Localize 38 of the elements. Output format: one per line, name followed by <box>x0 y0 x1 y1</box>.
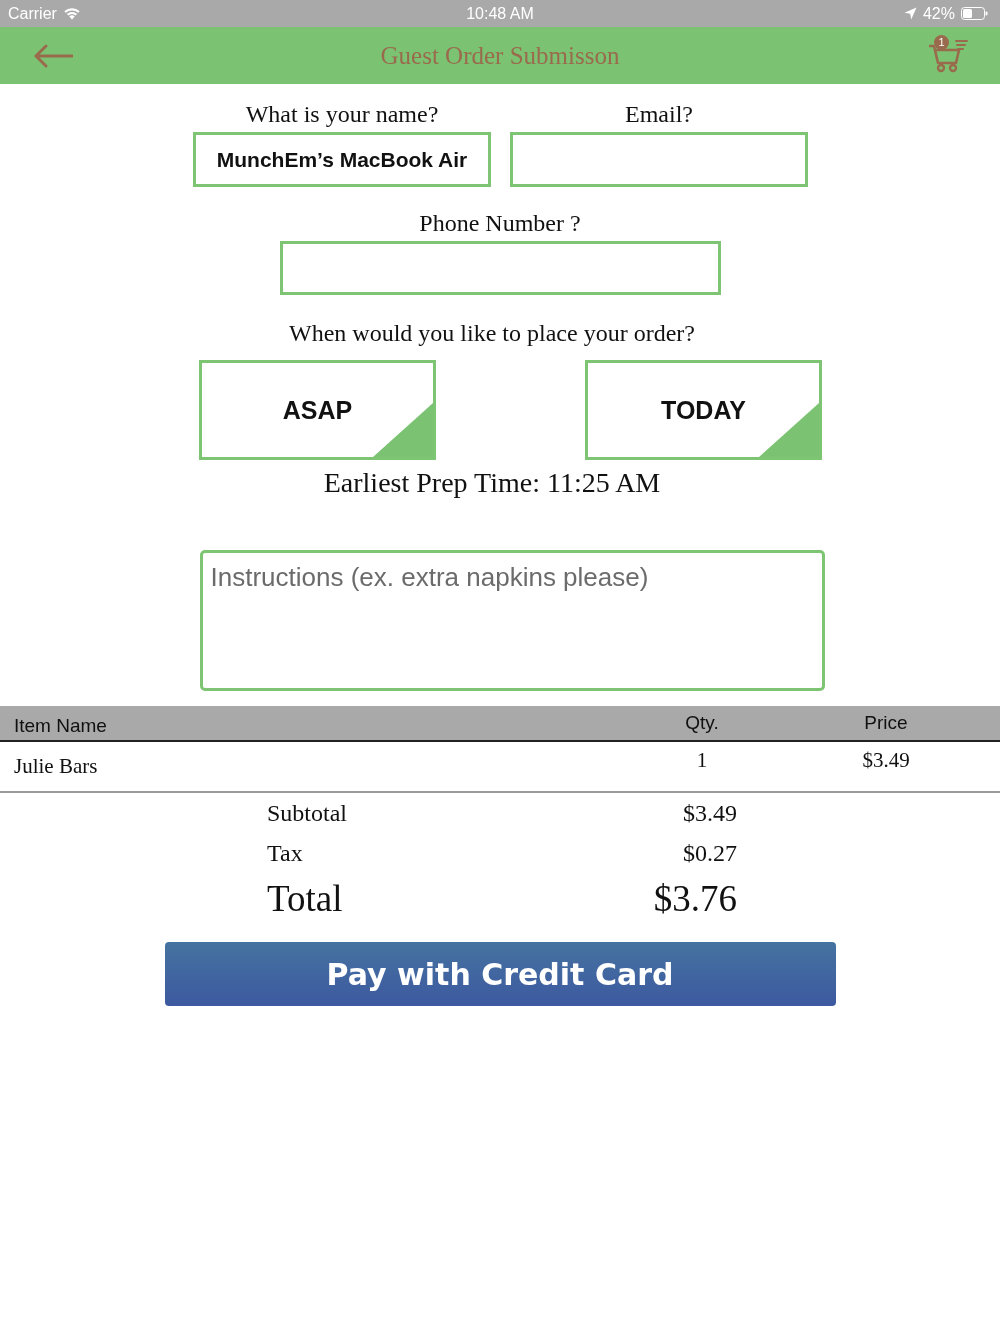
order-time-option[interactable]: ASAP <box>199 360 436 460</box>
carrier-label: Carrier <box>8 4 57 23</box>
order-time-question: When would you like to place your order? <box>289 319 696 348</box>
cart-button[interactable]: 1 <box>928 38 968 73</box>
corner-triangle-icon <box>759 403 819 457</box>
prep-time-text: Earliest Prep Time: 11:25 AM <box>323 466 662 500</box>
order-time-option[interactable]: TODAY <box>585 360 822 460</box>
total-label: Total <box>267 876 344 920</box>
column-header: Price <box>863 712 909 735</box>
column-header: Item Name <box>14 715 108 738</box>
input-field[interactable]: MunchEm’s MacBook Air <box>193 132 491 187</box>
back-button[interactable] <box>33 43 73 68</box>
status-time: 10:48 AM <box>466 4 534 23</box>
field-label: Phone Number ? <box>419 209 581 238</box>
location-arrow-icon <box>903 7 917 20</box>
field-label: Email? <box>625 100 693 129</box>
back-arrow-icon <box>33 43 73 68</box>
input-field[interactable] <box>510 132 808 187</box>
corner-triangle-icon <box>373 403 433 457</box>
summary-label: Tax <box>267 839 304 867</box>
instructions-field[interactable]: Instructions (ex. extra napkins please) <box>199 550 825 691</box>
table-cell-text: $3.49 <box>861 747 911 773</box>
pay-button[interactable]: Pay with Credit Card <box>164 942 836 1006</box>
wifi-icon <box>62 7 81 20</box>
table-cell-text: Julie Bars <box>14 753 99 779</box>
input-field[interactable] <box>279 241 721 295</box>
cart-badge: 1 <box>934 34 949 50</box>
column-header: Qty. <box>684 712 720 735</box>
battery-icon <box>961 7 988 20</box>
summary-amount: $0.27 <box>682 839 737 867</box>
field-label: What is your name? <box>245 100 439 129</box>
page-title: Guest Order Submisson <box>379 41 621 70</box>
cart-icon <box>928 38 968 73</box>
summary-label: Subtotal <box>267 799 348 827</box>
battery-percentage: 42% <box>922 4 955 23</box>
table-cell-text: 1 <box>695 747 709 773</box>
summary-amount: $3.49 <box>682 799 737 827</box>
total-amount: $3.76 <box>652 876 737 920</box>
